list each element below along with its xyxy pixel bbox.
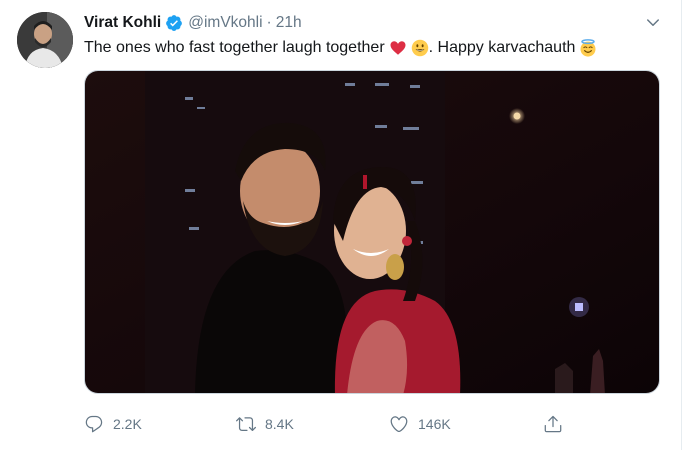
tweet-actions: 2.2K 8.4K 146K <box>84 410 584 438</box>
reply-count: 2.2K <box>113 416 142 432</box>
retweet-icon <box>236 417 256 432</box>
reply-icon <box>85 415 103 433</box>
timestamp[interactable]: 21h <box>276 14 302 32</box>
avatar-image <box>17 12 73 68</box>
grinning-face-emoji-icon <box>411 39 428 57</box>
tweet-text: The ones who fast together laugh togethe… <box>84 37 597 59</box>
retweet-button[interactable]: 8.4K <box>236 410 294 438</box>
tweet-photo[interactable] <box>84 70 660 394</box>
share-icon <box>544 415 562 433</box>
chevron-down-icon[interactable] <box>644 14 662 32</box>
red-heart-emoji-icon <box>390 41 406 55</box>
separator-dot: · <box>266 14 272 31</box>
tweet-text-tail: . Happy karvachauth <box>428 39 576 56</box>
avatar[interactable] <box>17 12 73 68</box>
tweet-text-main: The ones who fast together laugh togethe… <box>84 39 385 56</box>
reply-button[interactable]: 2.2K <box>84 410 142 438</box>
smiling-face-with-halo-emoji-icon <box>580 39 596 57</box>
like-count: 146K <box>418 416 451 432</box>
verified-badge-icon <box>166 15 183 31</box>
tweet-header: Virat Kohli @imVkohli · 21h <box>84 12 302 34</box>
share-button[interactable] <box>543 410 572 438</box>
retweet-count: 8.4K <box>265 416 294 432</box>
author-handle[interactable]: @imVkohli <box>188 14 262 32</box>
like-button[interactable]: 146K <box>389 410 451 438</box>
tweet-card[interactable]: Virat Kohli @imVkohli · 21h The ones who… <box>0 0 682 450</box>
couple-photo-image <box>85 71 659 393</box>
author-name[interactable]: Virat Kohli <box>84 14 161 32</box>
heart-icon <box>390 416 408 433</box>
